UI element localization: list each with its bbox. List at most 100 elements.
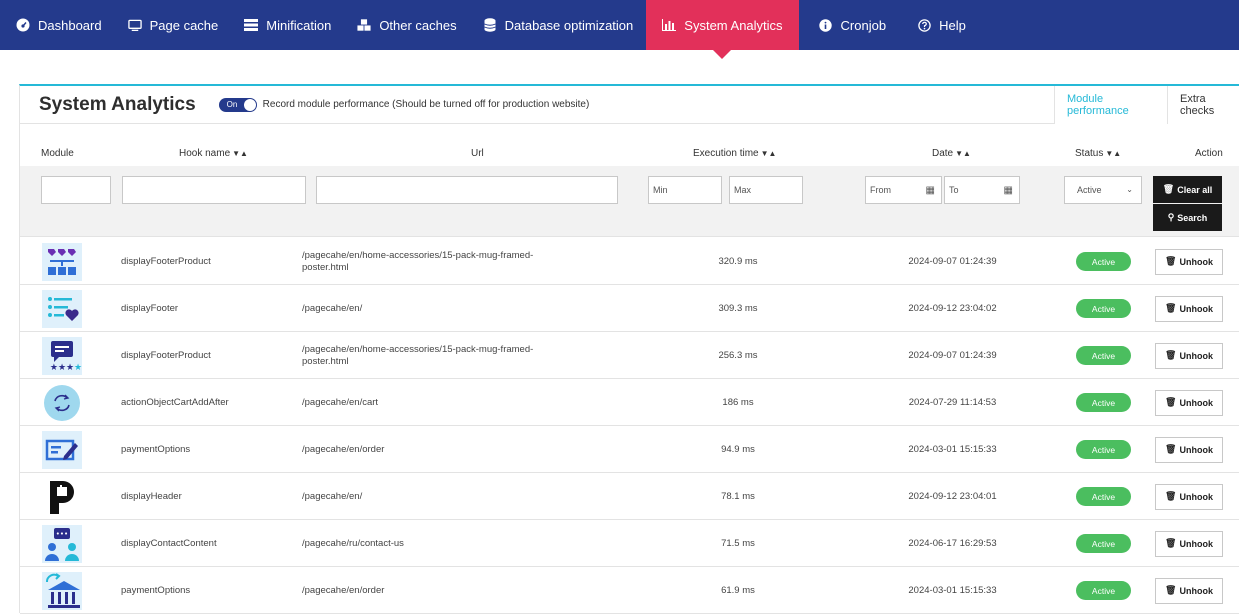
nav-cronjob[interactable]: Cronjob xyxy=(799,0,900,50)
url-text: /pagecahe/ru/contact-us xyxy=(302,538,404,550)
nav-other-caches[interactable]: Other caches xyxy=(344,0,469,50)
status-cell: Active xyxy=(1076,285,1131,332)
nav-minification[interactable]: Minification xyxy=(231,0,344,50)
nav-label: Database optimization xyxy=(504,17,634,33)
sort-icon[interactable]: ▼▲ xyxy=(955,149,971,158)
column-action: Action xyxy=(1195,148,1223,159)
search-icon: ⚲ xyxy=(1167,212,1175,222)
unhook-button[interactable]: 🗑 Unhook xyxy=(1155,577,1223,604)
url-filter-input[interactable] xyxy=(316,176,618,204)
search-button[interactable]: ⚲ Search xyxy=(1153,204,1222,231)
url-line: /pagecahe/en/home-accessories/15-pack-mu… xyxy=(302,343,534,355)
action-cell: 🗑 Unhook xyxy=(1155,332,1223,379)
url-text: /pagecahe/en/ xyxy=(302,303,362,315)
execution-time: 309.3 ms xyxy=(718,303,758,314)
svg-text:★★★: ★★★ xyxy=(50,363,74,373)
url-line: /pagecahe/en/ xyxy=(302,302,363,314)
placeholder: Max xyxy=(734,185,752,195)
nav-label: Help xyxy=(939,17,966,33)
execution-time: 94.9 ms xyxy=(721,444,755,455)
table-header: Module Hook name ▼▲ Url Execution time ▼▲ … xyxy=(20,148,1239,164)
unhook-button[interactable]: 🗑 Unhook xyxy=(1155,436,1223,463)
url-line: poster.html xyxy=(302,261,349,273)
placeholder: Min xyxy=(653,185,668,195)
url-text: /pagecahe/en/order xyxy=(302,585,384,597)
hook-filter-input[interactable] xyxy=(122,176,306,204)
sort-icon[interactable]: ▼▲ xyxy=(232,149,248,158)
calendar-icon[interactable]: ▦ xyxy=(1004,185,1013,196)
hook-name-cell: displayFooterProduct xyxy=(121,332,211,379)
column-label: Status xyxy=(1075,148,1104,159)
date-to-input[interactable]: To ▦ xyxy=(944,176,1020,204)
unhook-button[interactable]: 🗑 Unhook xyxy=(1155,248,1223,275)
status-cell: Active xyxy=(1076,426,1131,473)
svg-text:★: ★ xyxy=(74,363,82,373)
date-from-input[interactable]: From ▦ xyxy=(865,176,942,204)
hook-name: displayContactContent xyxy=(121,538,217,549)
url-line: /pagecahe/en/order xyxy=(302,584,385,596)
url-cell: /pagecahe/en/home-accessories/15-pack-mu… xyxy=(302,332,602,379)
unhook-button[interactable]: 🗑 Unhook xyxy=(1155,483,1223,510)
execution-time-cell: 94.9 ms xyxy=(700,426,776,473)
sort-icon[interactable]: ▼▲ xyxy=(1105,149,1121,158)
button-label: Unhook xyxy=(1179,256,1213,267)
table-row: paymentOptions/pagecahe/en/order 94.9 ms 2… xyxy=(20,426,1239,473)
nav-help[interactable]: Help xyxy=(899,0,979,50)
column-status[interactable]: Status ▼▲ xyxy=(1075,148,1121,159)
record-performance-toggle[interactable]: On xyxy=(218,97,257,112)
execution-time: 256.3 ms xyxy=(718,350,758,361)
nav-dashboard[interactable]: Dashboard xyxy=(0,0,115,50)
status-cell: Active xyxy=(1076,520,1131,567)
hook-name-cell: displayFooterProduct xyxy=(121,238,211,285)
unhook-button[interactable]: 🗑 Unhook xyxy=(1155,342,1223,369)
date-value: 2024-09-12 23:04:01 xyxy=(908,491,997,502)
hook-name: paymentOptions xyxy=(121,444,191,455)
nav-page-cache[interactable]: Page cache xyxy=(115,0,232,50)
date-cell: 2024-06-17 16:29:53 xyxy=(895,520,1010,567)
button-label: Unhook xyxy=(1179,491,1213,502)
unhook-button[interactable]: 🗑 Unhook xyxy=(1155,530,1223,557)
form-pencil-icon xyxy=(42,431,82,469)
execution-time: 71.5 ms xyxy=(721,538,755,549)
date-value: 2024-03-01 15:15:33 xyxy=(908,585,997,596)
table-row: displayFooter/pagecahe/en/309.3 ms 2024-0… xyxy=(20,285,1239,332)
hook-name-cell: actionObjectCartAddAfter xyxy=(121,379,229,426)
cart-sync-icon xyxy=(42,384,82,422)
trash-icon: 🗑 xyxy=(1165,350,1177,360)
column-execution-time[interactable]: Execution time ▼▲ xyxy=(693,148,776,159)
module-filter-input[interactable] xyxy=(41,176,111,204)
table-row: paymentOptions/pagecahe/en/order 61.9 ms 2… xyxy=(20,567,1239,614)
unhook-button[interactable]: 🗑 Unhook xyxy=(1155,295,1223,322)
nav-database-optimization[interactable]: Database optimization xyxy=(470,0,647,50)
unhook-button[interactable]: 🗑 Unhook xyxy=(1155,389,1223,416)
button-label: Unhook xyxy=(1179,397,1213,408)
exec-max-input[interactable]: Max xyxy=(729,176,803,204)
calendar-icon[interactable]: ▦ xyxy=(926,185,935,196)
list-heart-icon xyxy=(42,290,82,328)
p-logo-icon xyxy=(42,478,82,516)
trash-icon: 🗑 xyxy=(1165,538,1177,548)
exec-min-input[interactable]: Min xyxy=(648,176,722,204)
toggle-label: On xyxy=(226,100,238,109)
button-label: Unhook xyxy=(1179,350,1213,361)
top-navigation: Dashboard Page cache Minification Other … xyxy=(0,0,1239,59)
column-hook-name[interactable]: Hook name ▼▲ xyxy=(179,148,248,159)
action-cell: 🗑 Unhook xyxy=(1155,285,1223,332)
status-select[interactable]: Active ⌄ xyxy=(1064,176,1142,204)
people-chat-icon: ••• xyxy=(42,525,82,563)
execution-time: 78.1 ms xyxy=(721,491,755,502)
action-cell: 🗑 Unhook xyxy=(1155,238,1223,285)
tab-extra-checks[interactable]: Extra checks xyxy=(1167,86,1239,124)
button-label: Unhook xyxy=(1179,538,1213,549)
column-date[interactable]: Date ▼▲ xyxy=(932,148,971,159)
date-value: 2024-07-29 11:14:53 xyxy=(908,397,997,408)
sort-icon[interactable]: ▼▲ xyxy=(761,149,777,158)
tab-module-performance[interactable]: Module performance xyxy=(1054,86,1167,124)
url-text: /pagecahe/en/order xyxy=(302,444,384,456)
dashboard-icon xyxy=(16,18,30,32)
execution-time-cell: 71.5 ms xyxy=(700,520,776,567)
nav-system-analytics[interactable]: System Analytics xyxy=(646,0,799,59)
status-badge: Active xyxy=(1076,487,1131,506)
button-label: Search xyxy=(1177,212,1208,223)
clear-all-button[interactable]: 🗑 Clear all xyxy=(1153,176,1222,203)
